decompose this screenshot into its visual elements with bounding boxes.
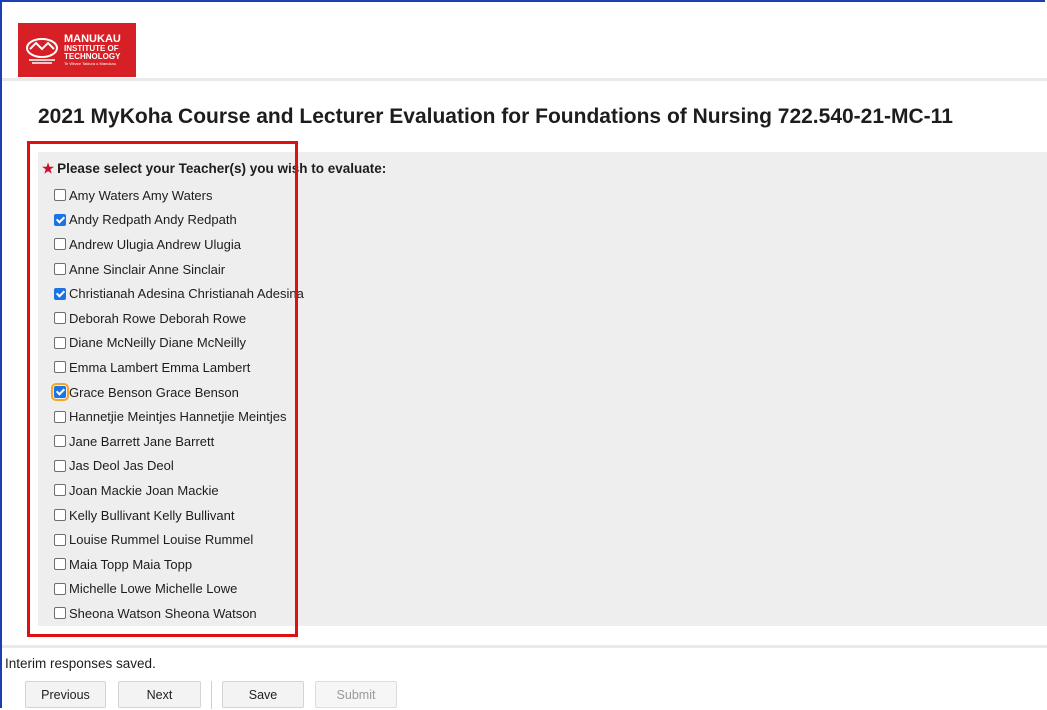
checkbox-unchecked[interactable] — [54, 263, 66, 276]
question-panel: ★ Please select your Teacher(s) you wish … — [38, 152, 1047, 626]
teacher-option[interactable]: Amy Waters Amy Waters — [54, 183, 304, 208]
teacher-option[interactable]: Louise Rummel Louise Rummel — [54, 527, 304, 552]
teacher-option-label[interactable]: Jas Deol Jas Deol — [69, 458, 174, 473]
question-text: Please select your Teacher(s) you wish t… — [57, 161, 387, 176]
teacher-option[interactable]: Joan Mackie Joan Mackie — [54, 478, 304, 503]
teacher-option-label[interactable]: Sheona Watson Sheona Watson — [69, 606, 257, 621]
checkbox-unchecked[interactable] — [54, 336, 66, 349]
submit-button[interactable]: Submit — [315, 681, 397, 708]
teacher-option[interactable]: Michelle Lowe Michelle Lowe — [54, 577, 304, 602]
logo-text: MANUKAU INSTITUTE OF TECHNOLOGY Te Whare… — [64, 34, 121, 66]
checkbox-unchecked[interactable] — [54, 582, 66, 595]
button-separator — [211, 681, 212, 709]
checkbox-unchecked[interactable] — [54, 607, 66, 620]
teacher-option-label[interactable]: Deborah Rowe Deborah Rowe — [69, 311, 246, 326]
teacher-option-label[interactable]: Maia Topp Maia Topp — [69, 557, 192, 572]
checkbox-checked[interactable] — [54, 213, 66, 226]
header-bar: MANUKAU INSTITUTE OF TECHNOLOGY Te Whare… — [2, 2, 1047, 81]
teacher-option[interactable]: Emma Lambert Emma Lambert — [54, 355, 304, 380]
teacher-option-label[interactable]: Jane Barrett Jane Barrett — [69, 434, 214, 449]
checkbox-unchecked[interactable] — [54, 509, 66, 522]
checkbox-unchecked[interactable] — [54, 238, 66, 251]
save-status-message: Interim responses saved. — [5, 656, 156, 671]
teacher-option-label[interactable]: Andy Redpath Andy Redpath — [69, 212, 237, 227]
checkbox-unchecked[interactable] — [54, 558, 66, 571]
checkbox-unchecked[interactable] — [54, 484, 66, 497]
teacher-option-label[interactable]: Joan Mackie Joan Mackie — [69, 483, 219, 498]
save-button[interactable]: Save — [222, 681, 304, 708]
logo-line-3: TECHNOLOGY — [64, 52, 121, 61]
checkbox-unchecked[interactable] — [54, 312, 66, 325]
teacher-option-label[interactable]: Anne Sinclair Anne Sinclair — [69, 262, 225, 277]
teacher-option[interactable]: Jane Barrett Jane Barrett — [54, 429, 304, 454]
teacher-option-label[interactable]: Emma Lambert Emma Lambert — [69, 360, 250, 375]
teacher-option[interactable]: Kelly Bullivant Kelly Bullivant — [54, 503, 304, 528]
logo-emblem-icon — [24, 32, 60, 68]
teacher-option[interactable]: Jas Deol Jas Deol — [54, 454, 304, 479]
checkbox-unchecked[interactable] — [54, 533, 66, 546]
checkbox-checked[interactable] — [54, 287, 66, 300]
page-title: 2021 MyKoha Course and Lecturer Evaluati… — [38, 105, 953, 128]
teacher-option[interactable]: Grace Benson Grace Benson — [51, 380, 304, 405]
teacher-option[interactable]: Hannetjie Meintjes Hannetjie Meintjes — [54, 404, 304, 429]
teacher-option[interactable]: Deborah Rowe Deborah Rowe — [54, 306, 304, 331]
teacher-option-label[interactable]: Michelle Lowe Michelle Lowe — [69, 581, 237, 596]
teacher-option[interactable]: Sheona Watson Sheona Watson — [54, 601, 304, 626]
checkbox-unchecked[interactable] — [54, 361, 66, 374]
teacher-option[interactable]: Andrew Ulugia Andrew Ulugia — [54, 232, 304, 257]
logo-tagline: Te Whare Takiura o Manukau — [64, 61, 116, 66]
teacher-option[interactable]: Anne Sinclair Anne Sinclair — [54, 257, 304, 282]
teacher-option-label[interactable]: Christianah Adesina Christianah Adesina — [69, 286, 304, 301]
teacher-option-label[interactable]: Diane McNeilly Diane McNeilly — [69, 335, 246, 350]
teacher-option-label[interactable]: Grace Benson Grace Benson — [69, 385, 239, 400]
teacher-option[interactable]: Andy Redpath Andy Redpath — [54, 208, 304, 233]
checkbox-unchecked[interactable] — [54, 410, 66, 423]
teacher-option-label[interactable]: Andrew Ulugia Andrew Ulugia — [69, 237, 241, 252]
teacher-option-label[interactable]: Hannetjie Meintjes Hannetjie Meintjes — [69, 409, 287, 424]
teacher-option[interactable]: Christianah Adesina Christianah Adesina — [54, 281, 304, 306]
teacher-option-label[interactable]: Kelly Bullivant Kelly Bullivant — [69, 508, 234, 523]
checkbox-unchecked[interactable] — [54, 189, 66, 202]
teacher-option-label[interactable]: Amy Waters Amy Waters — [69, 188, 213, 203]
checkbox-unchecked[interactable] — [54, 435, 66, 448]
teacher-options-list: Amy Waters Amy Waters Andy Redpath Andy R… — [51, 183, 304, 626]
teacher-option-label[interactable]: Louise Rummel Louise Rummel — [69, 532, 253, 547]
checkbox-unchecked[interactable] — [54, 459, 66, 472]
teacher-option[interactable]: Maia Topp Maia Topp — [54, 552, 304, 577]
teacher-option[interactable]: Diane McNeilly Diane McNeilly — [54, 331, 304, 356]
footer-divider — [2, 645, 1047, 648]
next-button[interactable]: Next — [118, 681, 201, 708]
previous-button[interactable]: Previous — [25, 681, 106, 708]
checkbox-checked[interactable] — [51, 383, 69, 402]
institute-logo[interactable]: MANUKAU INSTITUTE OF TECHNOLOGY Te Whare… — [18, 23, 136, 77]
question-label: ★ Please select your Teacher(s) you wish … — [42, 161, 386, 177]
required-star-icon: ★ — [42, 161, 55, 176]
